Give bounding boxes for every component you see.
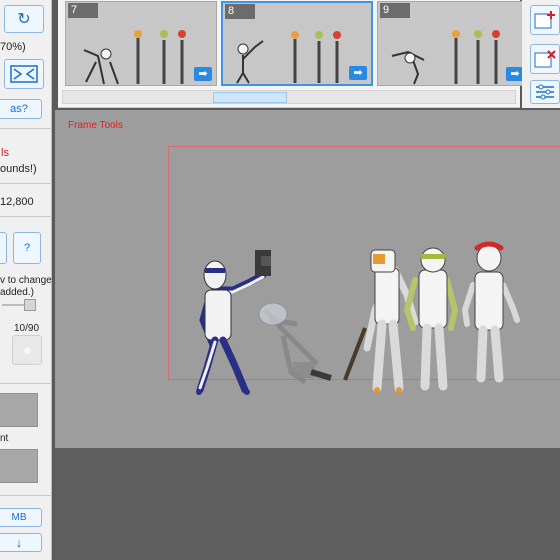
scroll-thumb[interactable] [213, 92, 287, 103]
delete-frame-icon [534, 50, 556, 68]
left-panel: ↻ 70%) as? ls ounds!) 12,800 ? v to chan… [0, 0, 52, 560]
mb-label: MB [11, 512, 27, 523]
color-swatch-2[interactable] [0, 449, 38, 483]
sliders-icon [536, 84, 554, 100]
frame-thumb-9[interactable]: 9 ➡ [377, 1, 529, 86]
frame-thumb-8[interactable]: 8 ➡ [221, 1, 373, 86]
divider [0, 183, 52, 184]
color-button[interactable] [0, 232, 7, 264]
count-text: 10/90 [14, 323, 40, 334]
work-area[interactable]: Frame Tools [55, 110, 560, 560]
timeline-scrollbar[interactable] [62, 90, 516, 104]
delete-frame-button[interactable] [530, 44, 560, 74]
divider [0, 216, 52, 217]
fit-screen-button[interactable] [4, 59, 44, 89]
frame-arrow-icon[interactable]: ➡ [194, 67, 212, 81]
zoom-text: 70%) [0, 41, 26, 53]
divider [0, 128, 52, 129]
screen-question-button[interactable]: as? [0, 99, 42, 119]
mb-button[interactable]: MB [0, 508, 42, 527]
bounds-text: ounds!) [0, 163, 37, 175]
play-button[interactable] [12, 335, 42, 365]
settings-button[interactable] [530, 80, 560, 104]
add-frame-icon [534, 11, 555, 29]
red-trooper-figure [461, 241, 520, 383]
divider [0, 495, 52, 496]
refresh-button[interactable]: ↻ [4, 5, 44, 33]
frame-timeline: 7 ➡ 8 ➡ 9 ➡ [58, 0, 529, 108]
slider-handle[interactable] [24, 299, 36, 311]
expand-icon [10, 65, 38, 83]
animation-scene[interactable] [55, 110, 560, 448]
download-button[interactable]: ↓ [0, 533, 42, 552]
help-button[interactable]: ? [13, 232, 41, 264]
app-root: ↻ 70%) as? ls ounds!) 12,800 ? v to chan… [0, 0, 560, 560]
screen-question-label: as? [10, 103, 28, 115]
ent-text: nt [0, 433, 9, 444]
download-icon: ↓ [15, 535, 23, 550]
change-text-2: added.) [0, 287, 34, 298]
frame-thumb-7[interactable]: 7 ➡ [65, 1, 217, 86]
blue-trooper-figure [196, 250, 271, 395]
frame-arrow-icon[interactable]: ➡ [349, 66, 367, 80]
tools-text: ls [1, 147, 9, 159]
divider [0, 383, 52, 384]
dot-icon [24, 347, 31, 354]
add-frame-button[interactable] [530, 5, 560, 35]
staff [343, 327, 367, 381]
right-toolbar [522, 0, 560, 108]
color-swatch-1[interactable] [0, 393, 38, 427]
change-text-1: v to change [0, 275, 52, 286]
size-text: 12,800 [0, 196, 34, 208]
refresh-icon: ↻ [17, 11, 31, 28]
help-label: ? [23, 242, 31, 254]
